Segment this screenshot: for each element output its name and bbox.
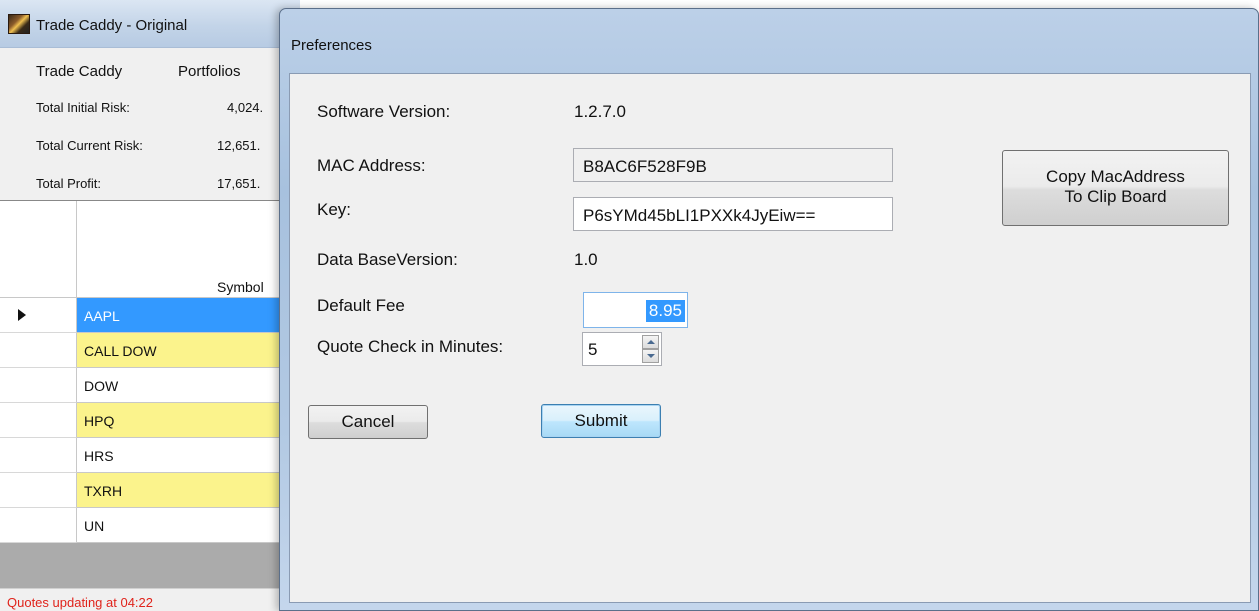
mac-address-field[interactable]: B8AC6F528F9B [573, 148, 893, 182]
symbol-cell[interactable]: TXRH [77, 473, 300, 508]
row-header[interactable] [0, 473, 77, 508]
quote-check-value: 5 [588, 340, 598, 359]
cancel-button[interactable]: Cancel [308, 405, 428, 439]
symbol-cell[interactable]: HRS [77, 438, 300, 473]
symbol-cell[interactable]: UN [77, 508, 300, 543]
dialog-title: Preferences [291, 37, 372, 54]
symbol-cell[interactable]: CALL DOW [77, 333, 300, 368]
stepper-buttons [642, 335, 659, 363]
cell-text: DOW [84, 378, 119, 394]
summary-value: 17,651. [217, 176, 261, 191]
cell-text: CALL DOW [84, 343, 157, 359]
preferences-dialog: Preferences Software Version: 1.2.7.0 MA… [279, 8, 1259, 611]
copy-mac-address-button[interactable]: Copy MacAddress To Clip Board [1002, 150, 1229, 226]
quote-check-label: Quote Check in Minutes: [317, 337, 504, 356]
menubar: Trade Caddy Portfolios [0, 50, 300, 92]
submit-button[interactable]: Submit [541, 404, 661, 438]
table-row[interactable]: HRS [0, 438, 300, 473]
row-header[interactable] [0, 298, 77, 333]
positions-grid[interactable]: Symbol AAPL CALL DOW DOW HPQ HRS TXRH UN [0, 200, 300, 592]
table-row[interactable]: DOW [0, 368, 300, 403]
default-fee-value: 8.95 [645, 300, 685, 322]
app-icon [8, 14, 30, 34]
table-row[interactable]: HPQ [0, 403, 300, 438]
cell-text: TXRH [84, 483, 123, 499]
main-window-title: Trade Caddy - Original [36, 17, 188, 34]
arrow-up-icon [647, 340, 655, 344]
key-field[interactable]: P6sYMd45bLI1PXXk4JyEiw== [573, 197, 893, 231]
symbol-cell[interactable]: HPQ [77, 403, 300, 438]
software-version-value: 1.2.7.0 [574, 102, 626, 121]
grid-corner-header [0, 201, 77, 298]
menu-trade-caddy[interactable]: Trade Caddy [36, 63, 122, 80]
table-row[interactable]: TXRH [0, 473, 300, 508]
symbol-cell[interactable]: DOW [77, 368, 300, 403]
menu-portfolios[interactable]: Portfolios [178, 63, 241, 80]
table-row[interactable]: CALL DOW [0, 333, 300, 368]
arrow-down-icon [647, 354, 655, 358]
stepper-up-button[interactable] [642, 335, 659, 349]
key-value: P6sYMd45bLI1PXXk4JyEiw== [583, 206, 816, 225]
row-header[interactable] [0, 438, 77, 473]
summary-value: 4,024. [227, 100, 264, 115]
trade-caddy-window: Trade Caddy - Original Trade Caddy Portf… [0, 0, 300, 611]
cell-text: AAPL [84, 308, 120, 324]
column-header-symbol[interactable]: Symbol [77, 201, 300, 298]
table-row[interactable]: AAPL [0, 298, 300, 333]
summary-row-initial-risk: Total Initial Risk: 4,024. [0, 92, 300, 122]
row-pointer-icon [18, 309, 26, 321]
db-version-value: 1.0 [574, 250, 598, 269]
quote-check-stepper[interactable]: 5 [582, 332, 662, 366]
status-bar: Quotes updating at 04:22 [0, 588, 300, 611]
cell-text: UN [84, 518, 105, 534]
row-header[interactable] [0, 508, 77, 543]
mac-address-value: B8AC6F528F9B [583, 157, 707, 176]
stepper-down-button[interactable] [642, 349, 659, 363]
row-header[interactable] [0, 368, 77, 403]
cell-text: HRS [84, 448, 114, 464]
db-version-label: Data BaseVersion: [317, 250, 458, 269]
summary-label: Total Profit: [36, 176, 102, 191]
key-label: Key: [317, 200, 352, 219]
summary-label: Total Initial Risk: [36, 100, 130, 115]
summary-label: Total Current Risk: [36, 138, 143, 153]
copy-button-line1: Copy MacAddress [1046, 167, 1185, 186]
copy-button-line2: To Clip Board [1064, 187, 1167, 206]
software-version-label: Software Version: [317, 102, 451, 121]
default-fee-label: Default Fee [317, 296, 405, 315]
cell-text: HPQ [84, 413, 115, 429]
default-fee-input[interactable]: 8.95 [583, 292, 688, 328]
summary-value: 12,651. [217, 138, 261, 153]
status-text: Quotes updating at 04:22 [7, 595, 154, 610]
summary-row-total-profit: Total Profit: 17,651. [0, 168, 300, 198]
table-row[interactable]: UN [0, 508, 300, 543]
row-header[interactable] [0, 333, 77, 368]
summary-row-current-risk: Total Current Risk: 12,651. [0, 130, 300, 160]
row-header[interactable] [0, 403, 77, 438]
main-titlebar[interactable]: Trade Caddy - Original [0, 0, 300, 48]
column-header-label: Symbol [217, 279, 264, 295]
dialog-client-area: Software Version: 1.2.7.0 MAC Address: B… [289, 73, 1251, 603]
mac-address-label: MAC Address: [317, 156, 426, 175]
symbol-cell[interactable]: AAPL [77, 298, 300, 333]
